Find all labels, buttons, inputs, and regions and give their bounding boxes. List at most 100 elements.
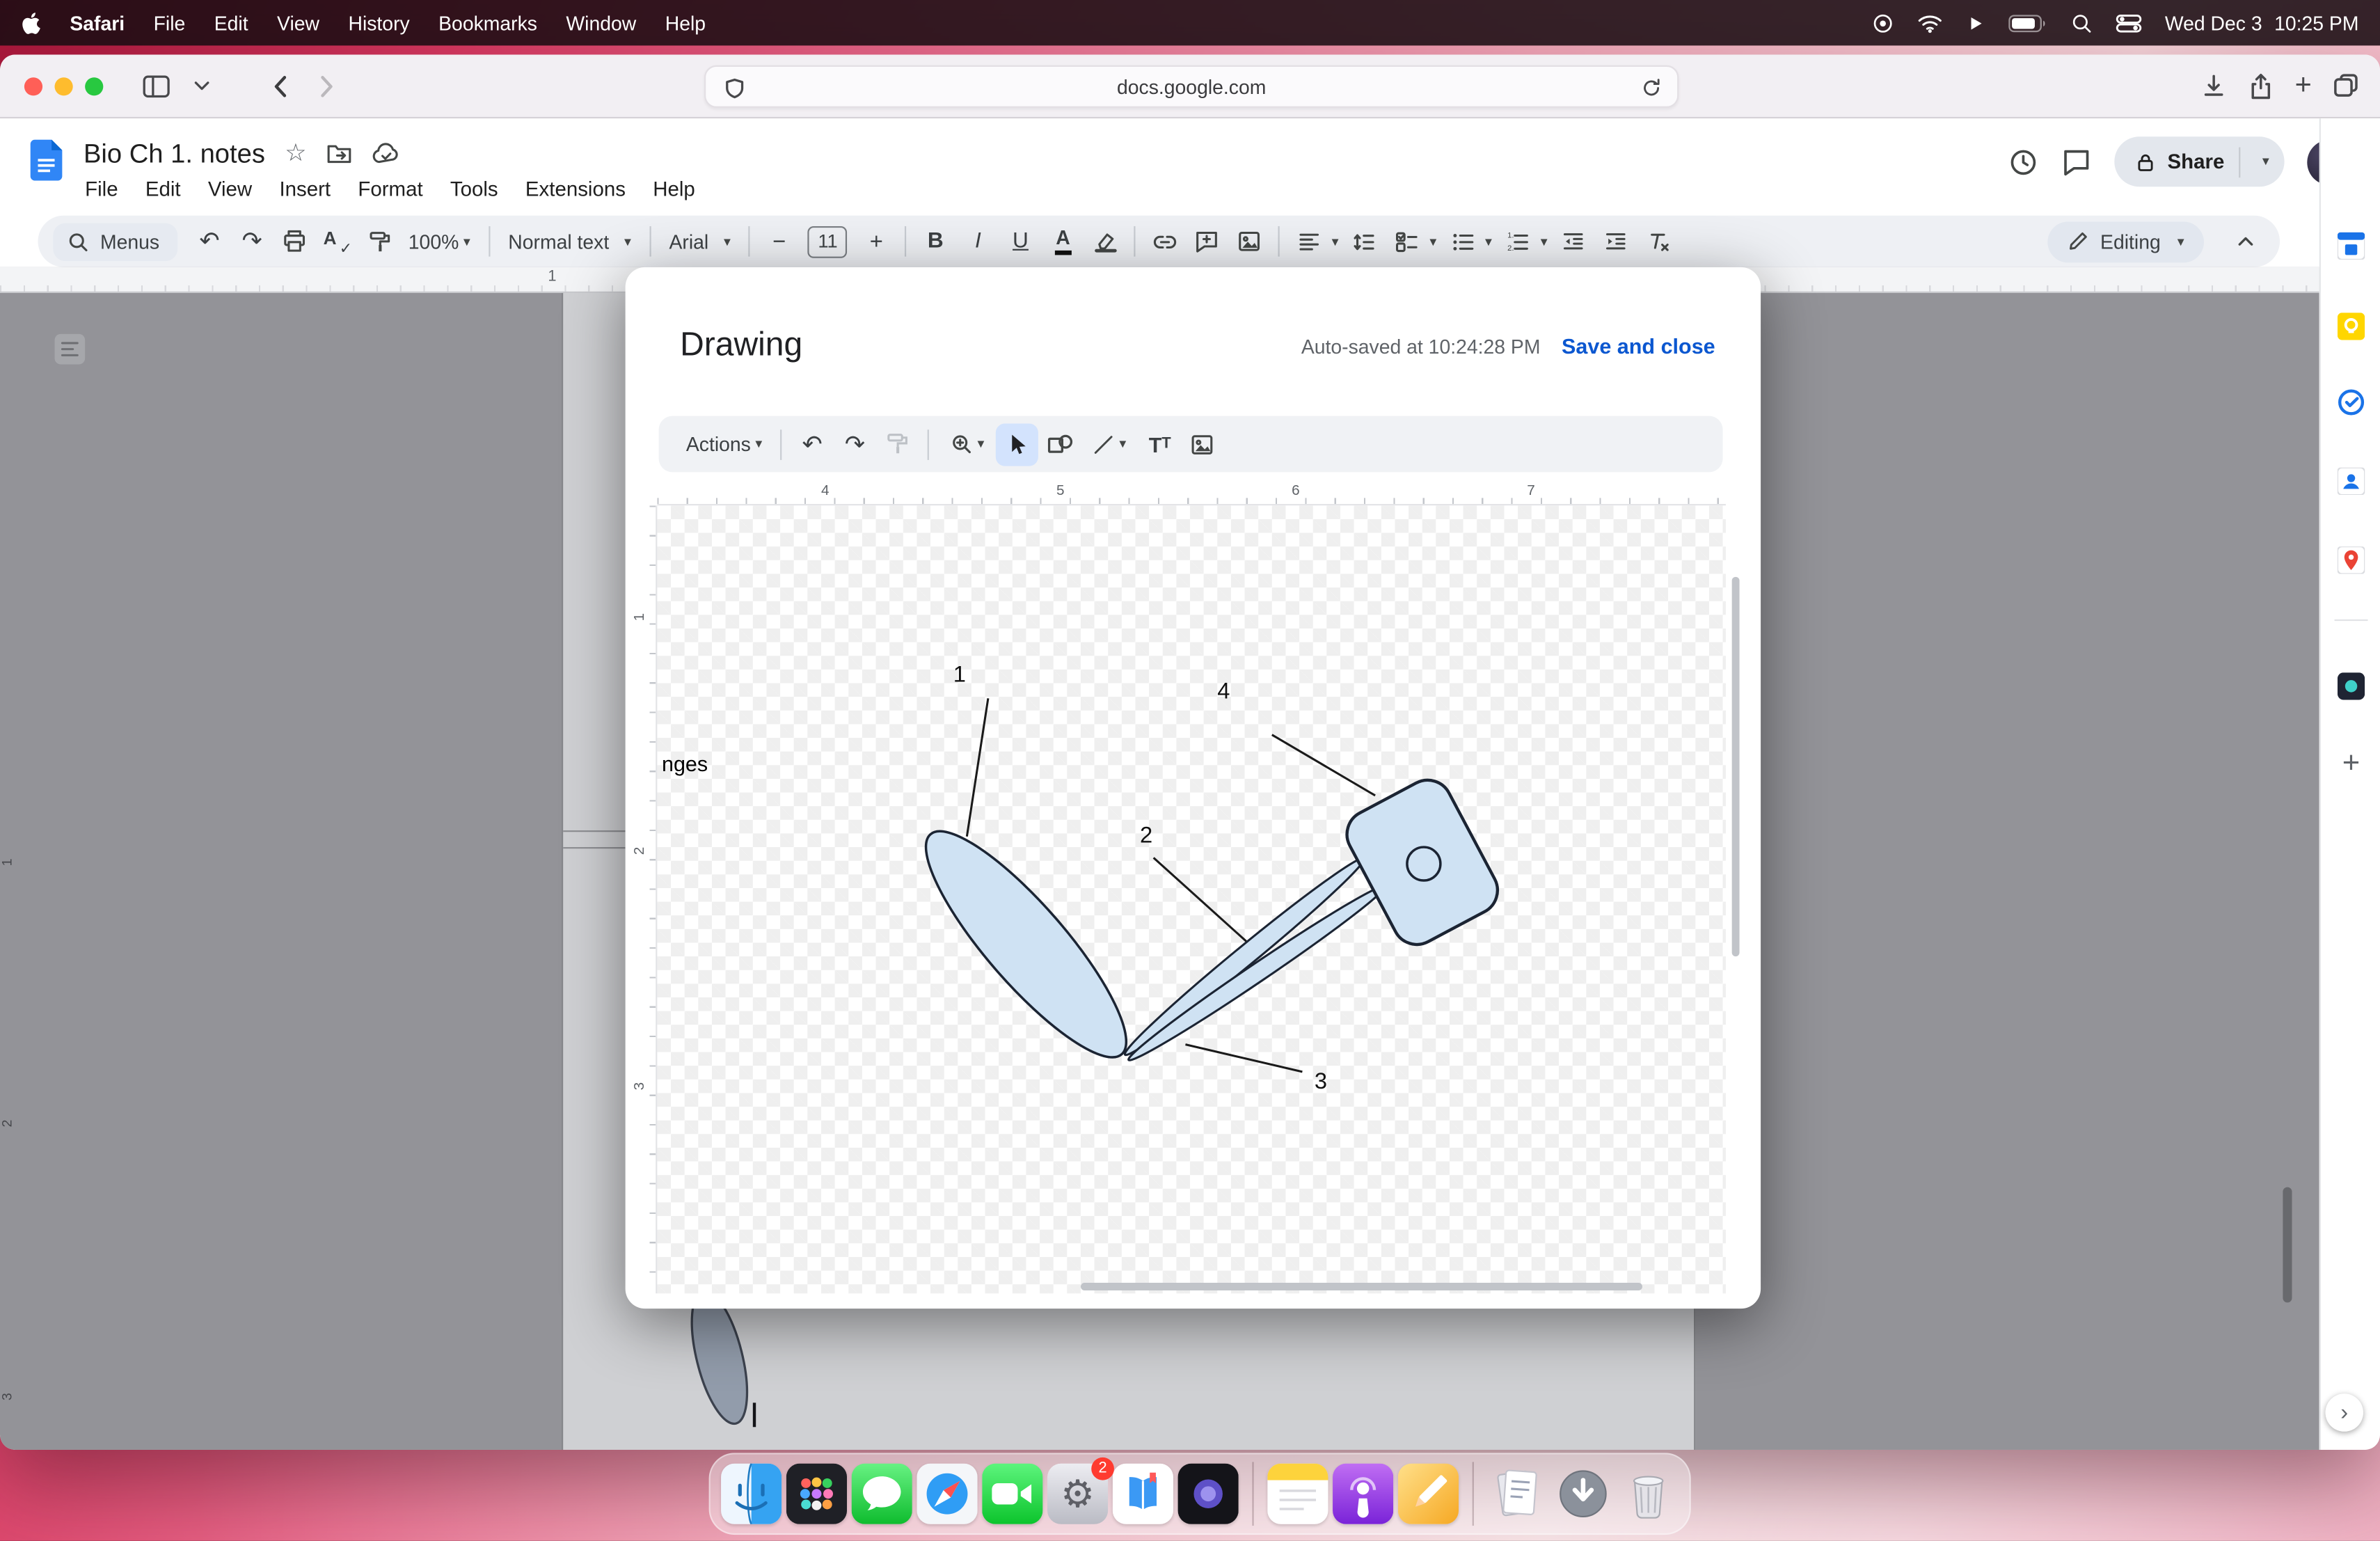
checklist-chevron-icon[interactable]: ▾ [1429,233,1436,250]
keep-icon[interactable] [2336,311,2367,342]
decrease-indent-button[interactable] [1553,221,1593,261]
share-chevron-icon[interactable]: ▾ [2262,153,2269,170]
drawing-label-4[interactable]: 4 [1217,677,1230,703]
zoom-window-button[interactable] [85,77,103,95]
drawing-zoom-button[interactable]: ▾ [938,422,996,465]
actions-menu-button[interactable]: Act­ions▾ [677,427,772,461]
menubar-item-bookmarks[interactable]: Bookmarks [438,11,537,34]
google-docs-logo[interactable] [31,140,63,181]
line-spacing-button[interactable] [1344,221,1384,261]
text-box-tool-button[interactable]: TT [1139,422,1181,465]
checklist-button[interactable] [1387,221,1427,261]
label-line-3[interactable] [1185,1045,1302,1072]
save-and-close-button[interactable]: Save and close [1562,334,1715,358]
launchpad-dock-icon[interactable] [786,1464,847,1524]
docs-menu-extensions[interactable]: Extensions [511,173,639,205]
leaf-ellipse-shape[interactable] [901,808,1151,1080]
forward-button[interactable] [303,65,349,107]
control-center-icon[interactable] [2116,13,2142,33]
document-scrollbar-thumb[interactable] [2283,1187,2292,1303]
documents-stack-dock-icon[interactable] [1487,1464,1548,1524]
photo-booth-dock-icon[interactable] [1178,1464,1239,1524]
menubar-item-history[interactable]: History [348,11,409,34]
cutoff-text[interactable]: nges [662,752,708,776]
battery-icon[interactable] [2008,13,2048,33]
pencil-app-dock-icon[interactable] [1398,1464,1459,1524]
select-tool-button[interactable] [996,422,1038,465]
drawing-undo-button[interactable]: ↶ [791,422,834,465]
underline-button[interactable]: U [1001,221,1040,261]
insert-image-tool-button[interactable] [1181,422,1223,465]
minimize-window-button[interactable] [55,77,73,95]
thin-blade-shape-1[interactable] [1119,851,1371,1062]
print-button[interactable] [275,221,315,261]
get-addons-plus-icon[interactable]: + [2336,748,2367,779]
font-size-decrease-button[interactable]: − [759,221,799,261]
font-select[interactable]: Arial▾ [660,224,740,259]
apple-menu-icon[interactable] [22,11,41,34]
insert-link-button[interactable] [1145,221,1184,261]
paint-format-button[interactable] [360,221,399,261]
docs-menu-format[interactable]: Format [344,173,437,205]
downloads-stack-dock-icon[interactable] [1553,1464,1613,1524]
drawing-canvas[interactable]: nges 1 2 3 4 [657,505,1726,1293]
address-bar[interactable]: docs.google.com [704,65,1679,108]
text-color-button[interactable]: A [1043,221,1083,261]
italic-button[interactable]: I [958,221,998,261]
share-button[interactable]: Share ▾ [2114,136,2284,187]
page-settings-icon[interactable] [724,77,745,99]
maps-icon[interactable] [2336,545,2367,576]
rounded-rect-shape[interactable] [1338,772,1506,954]
drawing-label-1[interactable]: 1 [953,661,966,686]
docs-menu-file[interactable]: File [72,173,132,205]
line-tool-button[interactable]: ▾ [1081,422,1139,465]
drawing-label-2[interactable]: 2 [1140,822,1152,848]
spellcheck-button[interactable]: A✓ [317,221,357,261]
docs-menu-view[interactable]: View [194,173,266,205]
collapse-toolbar-button[interactable] [2226,221,2265,261]
reload-icon[interactable] [1641,77,1663,99]
doc-title[interactable]: Bio Ch 1. notes [84,138,265,170]
label-line-2[interactable] [1154,858,1246,941]
sidebar-chevron-button[interactable] [179,65,224,107]
docs-menu-insert[interactable]: Insert [266,173,344,205]
canvas-vertical-scrollbar[interactable] [1732,577,1740,956]
spotlight-icon[interactable] [2071,11,2094,34]
version-history-icon[interactable] [2008,146,2038,177]
thin-blade-shape-2[interactable] [1123,879,1390,1068]
books-dock-icon[interactable] [1113,1464,1173,1524]
drawing-redo-button[interactable]: ↷ [834,422,876,465]
finder-dock-icon[interactable] [721,1464,782,1524]
menubar-item-edit[interactable]: Edit [214,11,248,34]
now-playing-icon[interactable] [1966,13,1985,33]
increase-indent-button[interactable] [1596,221,1635,261]
highlight-color-button[interactable] [1086,221,1125,261]
document-outline-button[interactable] [55,334,86,365]
align-button[interactable] [1290,221,1329,261]
comments-icon[interactable] [2061,146,2092,177]
label-line-1[interactable] [967,698,988,836]
calendar-icon[interactable] [2336,231,2367,262]
bold-button[interactable]: B [916,221,955,261]
zoom-select[interactable]: 100%▾ [399,224,479,259]
cloud-status-icon[interactable] [372,143,400,166]
numbered-list-button[interactable]: 1.2. [1498,221,1538,261]
clear-formatting-button[interactable] [1638,221,1678,261]
drawing-ruler-horizontal[interactable]: 4 5 6 7 [657,483,1726,506]
sidebar-toggle-button[interactable] [134,65,179,107]
trash-dock-icon[interactable] [1618,1464,1679,1524]
docs-menu-help[interactable]: Help [640,173,709,205]
side-panel-expand-button[interactable]: › [2325,1393,2363,1432]
numbered-list-chevron-icon[interactable]: ▾ [1541,233,1548,250]
canvas-horizontal-scrollbar[interactable] [1081,1283,1642,1290]
editing-mode-select[interactable]: Editing ▾ [2047,221,2204,262]
paragraph-style-select[interactable]: Normal text▾ [499,224,640,259]
font-size-input[interactable]: 11 [808,226,848,258]
menubar-clock[interactable]: Wed Dec 3 10:25 PM [2165,11,2359,34]
new-tab-icon[interactable]: + [2295,72,2312,100]
contacts-icon[interactable] [2336,466,2367,497]
font-size-increase-button[interactable]: + [857,221,896,261]
close-window-button[interactable] [24,77,42,95]
undo-button[interactable]: ↶ [190,221,230,261]
menubar-item-file[interactable]: File [154,11,186,34]
